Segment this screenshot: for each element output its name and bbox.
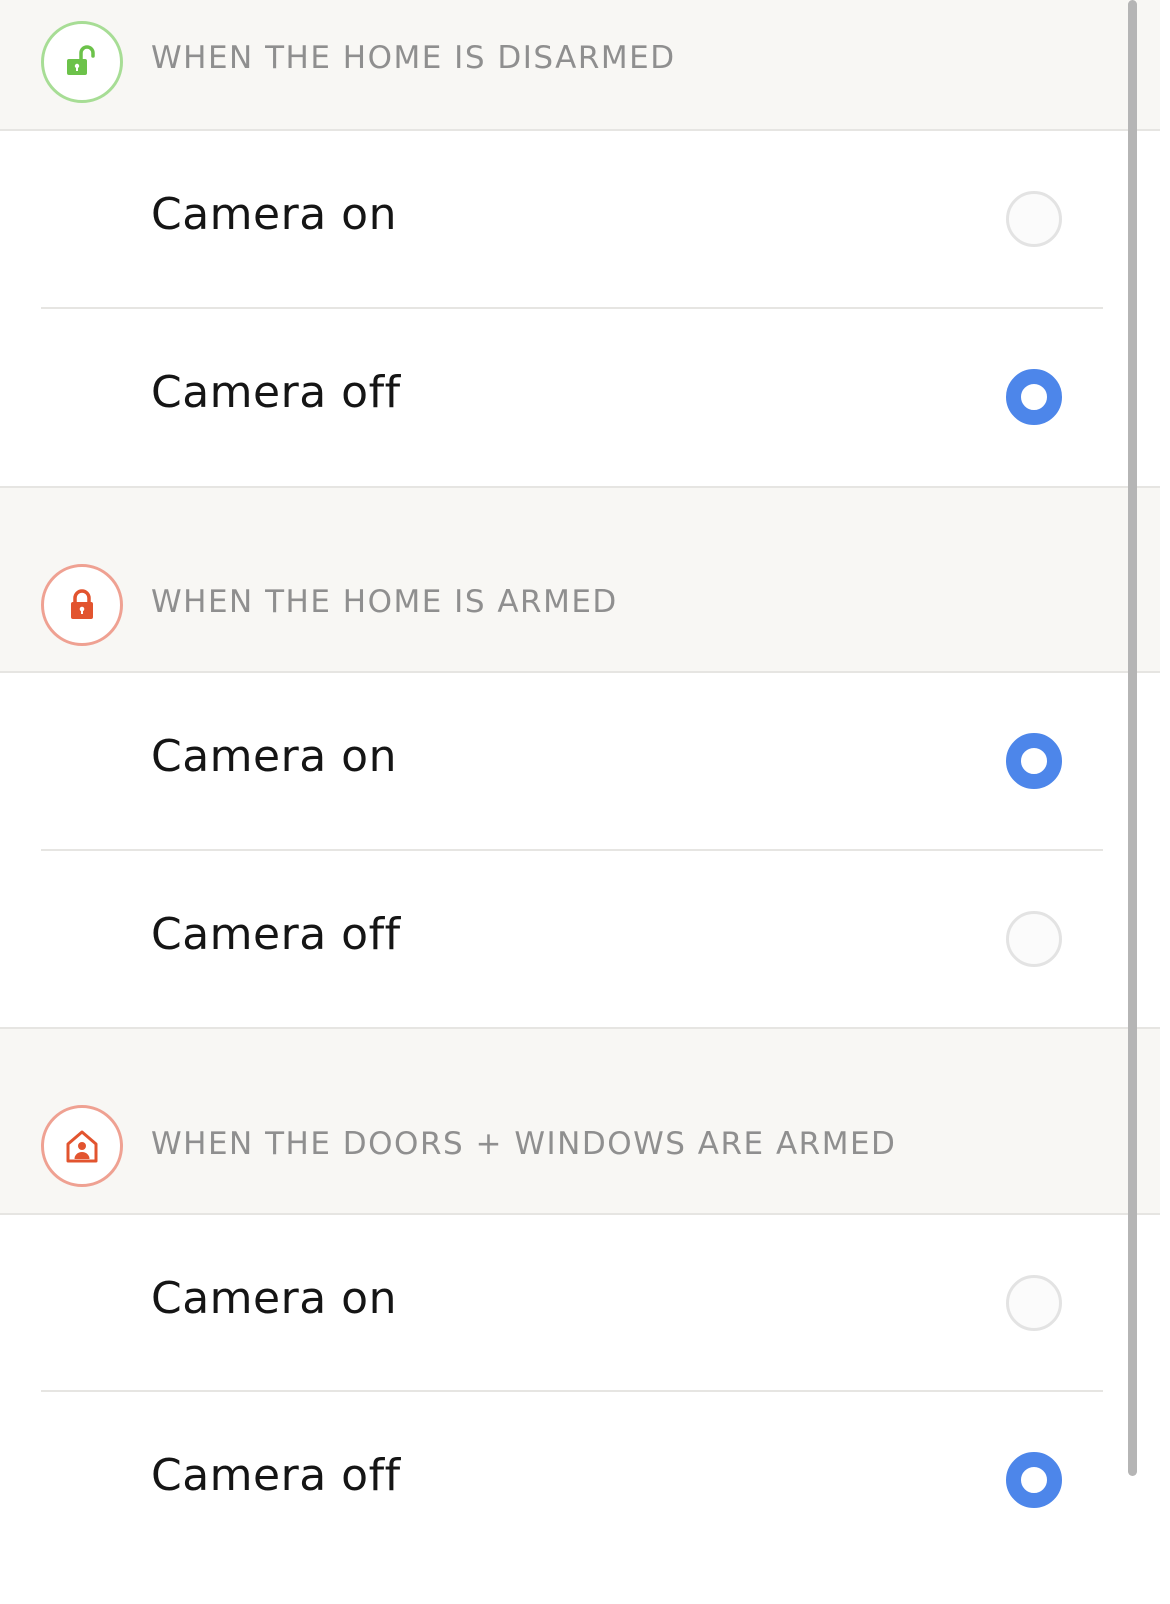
section-header-disarmed: WHEN THE HOME IS DISARMED xyxy=(0,0,1160,131)
radio-button[interactable] xyxy=(1006,911,1062,967)
radio-button[interactable] xyxy=(1006,191,1062,247)
section-title: WHEN THE DOORS + WINDOWS ARE ARMED xyxy=(151,1126,897,1162)
option-camera-on[interactable]: Camera on xyxy=(0,131,1160,308)
option-camera-off[interactable]: Camera off xyxy=(0,851,1160,1028)
option-camera-on[interactable]: Camera on xyxy=(0,1215,1160,1392)
unlocked-padlock-icon xyxy=(41,21,123,103)
locked-padlock-icon xyxy=(41,564,123,646)
option-label: Camera on xyxy=(151,189,397,240)
vertical-scrollbar[interactable] xyxy=(1128,0,1137,1476)
option-label: Camera off xyxy=(151,909,401,960)
option-camera-off[interactable]: Camera off xyxy=(0,1392,1160,1569)
radio-button[interactable] xyxy=(1006,1275,1062,1331)
radio-button-selected[interactable] xyxy=(1006,733,1062,789)
section-header-doors-windows: WHEN THE DOORS + WINDOWS ARE ARMED xyxy=(0,1027,1160,1215)
option-label: Camera off xyxy=(151,367,401,418)
radio-button-selected[interactable] xyxy=(1006,1452,1062,1508)
radio-button-selected[interactable] xyxy=(1006,369,1062,425)
option-label: Camera on xyxy=(151,1273,397,1324)
section-header-armed: WHEN THE HOME IS ARMED xyxy=(0,486,1160,673)
house-person-icon xyxy=(41,1105,123,1187)
option-camera-off[interactable]: Camera off xyxy=(0,309,1160,486)
option-label: Camera off xyxy=(151,1450,401,1501)
option-label: Camera on xyxy=(151,731,397,782)
section-title: WHEN THE HOME IS DISARMED xyxy=(151,40,676,76)
option-camera-on[interactable]: Camera on xyxy=(0,673,1160,850)
camera-privacy-settings: WHEN THE HOME IS DISARMED Camera on Came… xyxy=(0,0,1170,1604)
section-title: WHEN THE HOME IS ARMED xyxy=(151,584,618,620)
